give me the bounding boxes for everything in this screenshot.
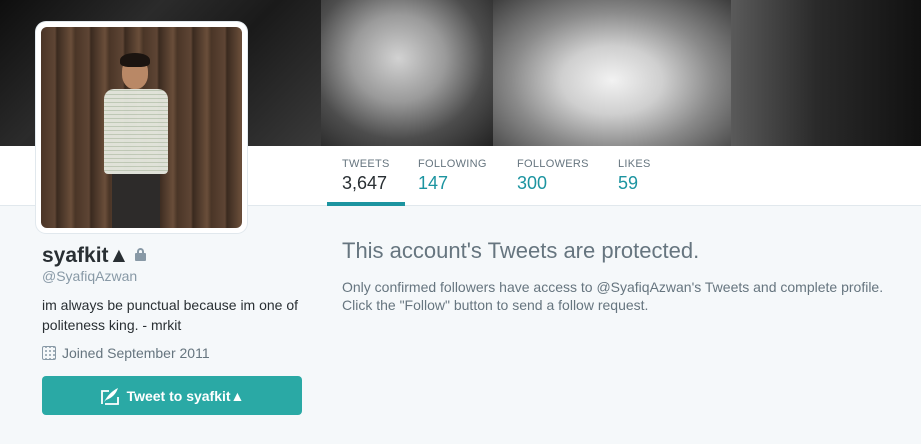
nav-followers-count: 300: [517, 173, 548, 193]
tweet-to-label: Tweet to syafkit▲: [126, 387, 245, 404]
profile-name-text: syafkit▲: [42, 244, 130, 267]
profile-handle[interactable]: @SyafiqAzwan: [42, 268, 137, 284]
profile-name[interactable]: syafkit▲: [42, 244, 147, 268]
profile-avatar[interactable]: [36, 22, 247, 233]
tweet-to-button[interactable]: Tweet to syafkit▲: [42, 376, 302, 415]
nav-likes-label: LIKES: [618, 158, 651, 170]
avatar-photo: [41, 27, 242, 228]
quill-icon: [100, 387, 119, 405]
avatar-person-figure: [96, 53, 176, 228]
banner-photo-2: [321, 0, 493, 146]
nav-followers-label: FOLLOWERS: [517, 158, 589, 170]
protected-title: This account's Tweets are protected.: [342, 238, 700, 263]
lock-icon: [135, 248, 147, 261]
nav-following-count: 147: [418, 173, 449, 193]
profile-bio: im always be punctual because im one of …: [42, 297, 299, 333]
joined-date-text: Joined September 2011: [62, 345, 210, 361]
calendar-icon: [42, 346, 56, 360]
nav-followers[interactable]: FOLLOWERS 300: [517, 146, 589, 206]
banner-photo-3: [493, 0, 731, 146]
nav-following-label: FOLLOWING: [418, 158, 487, 170]
nav-likes-count: 59: [618, 173, 639, 193]
joined-date: Joined September 2011: [42, 345, 210, 361]
banner-photo-4: [731, 0, 921, 146]
nav-following[interactable]: FOLLOWING 147: [418, 146, 487, 206]
protected-description: Only confirmed followers have access to …: [342, 279, 884, 313]
nav-likes[interactable]: LIKES 59: [618, 146, 651, 206]
nav-tweets[interactable]: TWEETS 3,647: [327, 146, 405, 206]
nav-tweets-count: 3,647: [342, 173, 388, 193]
nav-tweets-label: TWEETS: [342, 158, 390, 170]
